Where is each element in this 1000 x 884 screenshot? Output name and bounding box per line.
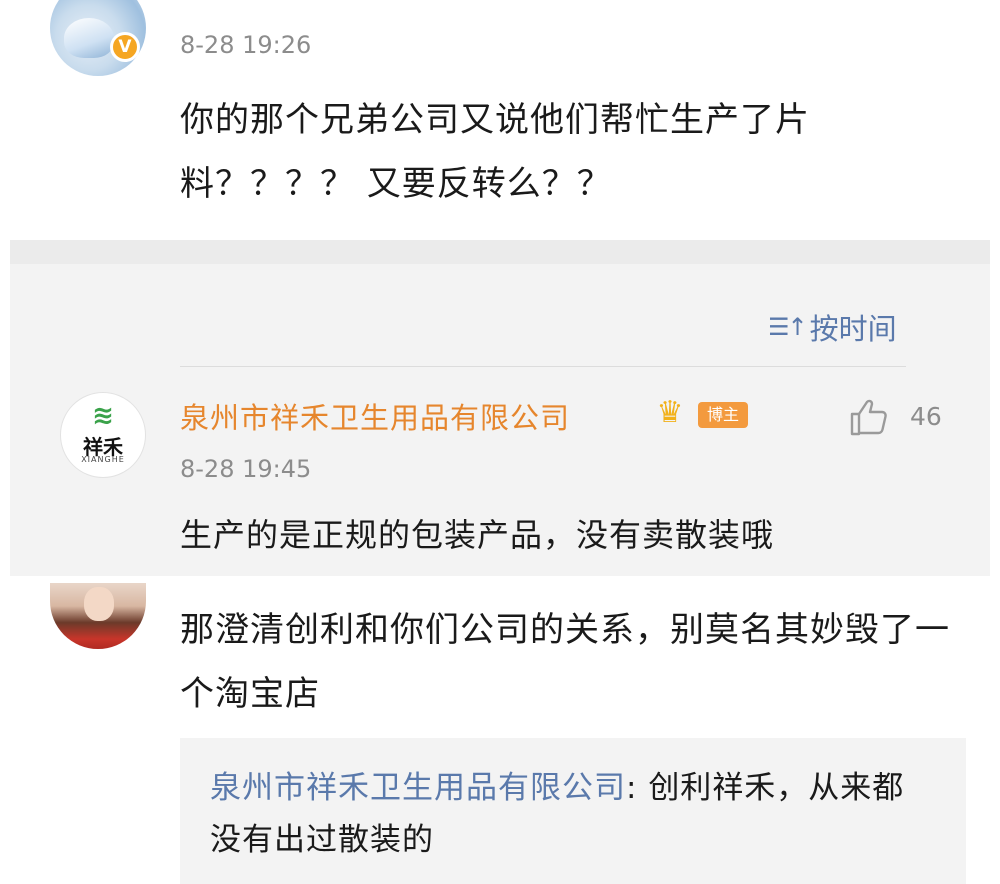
divider: [180, 366, 906, 367]
logo-subtext: XIANGHE: [81, 455, 125, 464]
reply-text: 生产的是正规的包装产品，没有卖散装哦: [180, 516, 775, 554]
quoted-separator: :: [626, 770, 649, 806]
blogger-badge: 博主: [698, 402, 748, 428]
comment-time: 8-28 19:26: [180, 31, 312, 59]
like-count: 46: [910, 402, 942, 431]
company-avatar[interactable]: ≋ 祥禾 XIANGHE: [60, 392, 146, 478]
verified-badge-icon: V: [110, 32, 140, 62]
user-avatar[interactable]: [50, 583, 146, 649]
sort-label: 按时间: [809, 312, 897, 346]
quoted-reply-text: 泉州市祥禾卫生用品有限公司: 创利祥禾，从来都没有出过散装的: [210, 762, 930, 866]
avatar-image: [64, 18, 114, 58]
sort-by-time-button[interactable]: ☰↑ 按时间: [768, 306, 897, 348]
crown-icon: ♛: [656, 395, 684, 430]
reply-time: 8-28 19:45: [180, 455, 312, 483]
sort-icon: ☰↑: [768, 313, 808, 341]
comment-text: 你的那个兄弟公司又说他们帮忙生产了片料？？？？ 又要反转么？？: [180, 100, 810, 204]
quoted-author-link[interactable]: 泉州市祥禾卫生用品有限公司: [210, 770, 626, 806]
like-icon[interactable]: [848, 396, 890, 438]
comment-text: 那澄清创利和你们公司的关系，别莫名其妙毁了一个淘宝店: [180, 610, 950, 714]
reply-author-name[interactable]: 泉州市祥禾卫生用品有限公司: [180, 395, 570, 437]
avatar-image: [84, 587, 114, 621]
section-divider: [10, 240, 990, 264]
company-logo-icon: ≋: [92, 401, 114, 431]
quoted-reply[interactable]: 泉州市祥禾卫生用品有限公司: 创利祥禾，从来都没有出过散装的: [180, 738, 966, 884]
